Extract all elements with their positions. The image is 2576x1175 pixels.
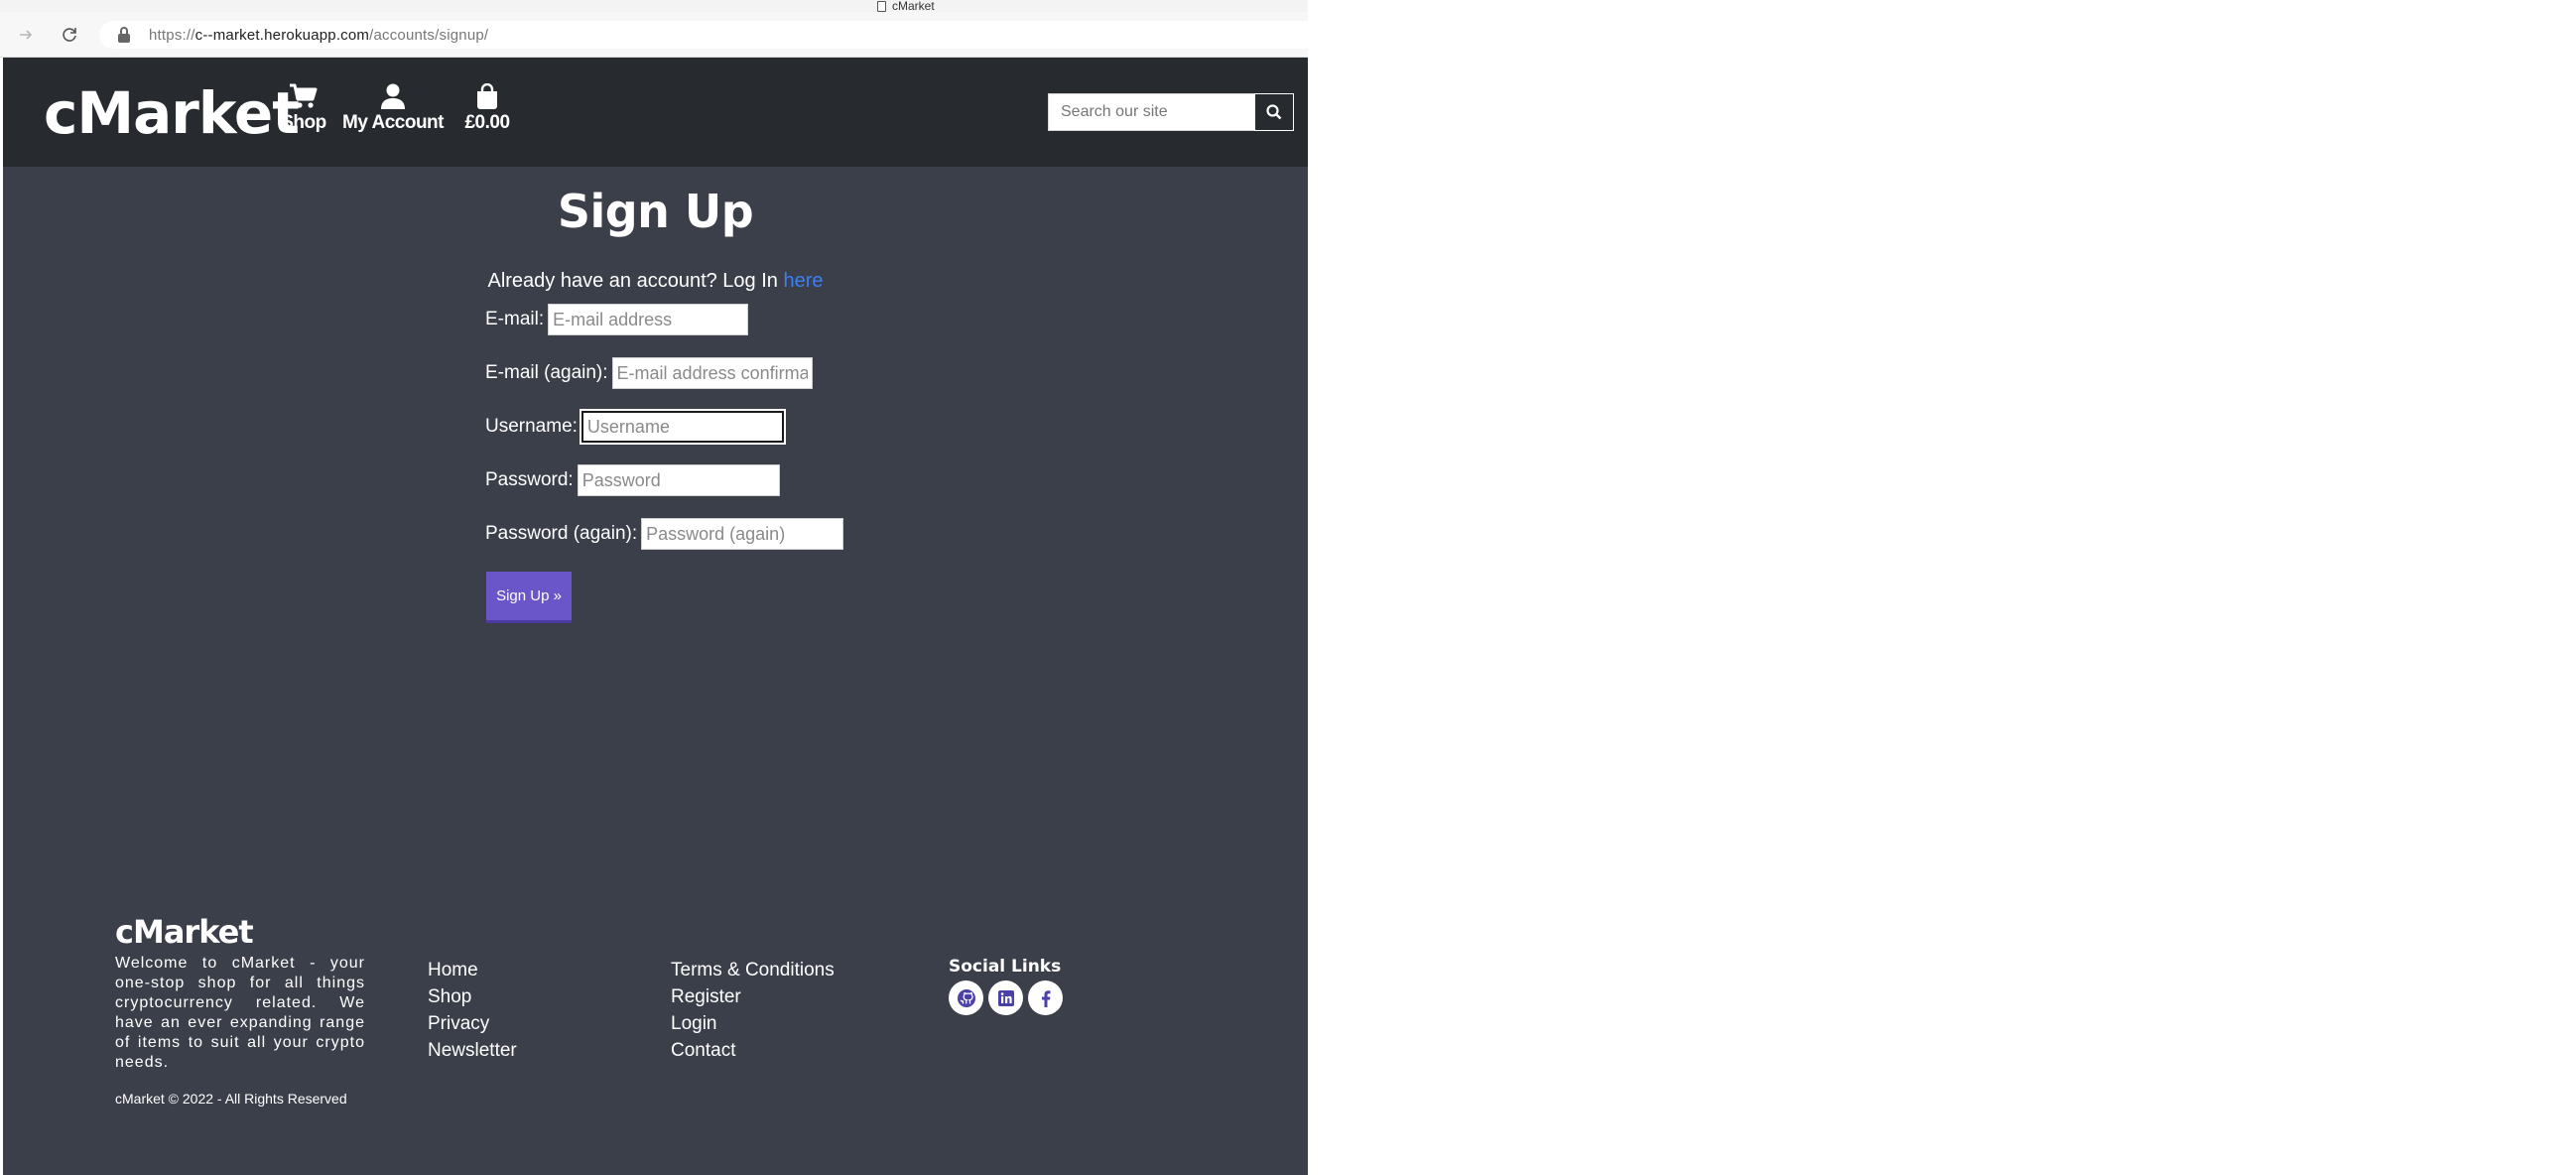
github-icon[interactable]	[949, 980, 983, 1015]
linkedin-icon[interactable]	[988, 980, 1023, 1015]
site-search	[1048, 93, 1294, 131]
password-field[interactable]	[577, 464, 780, 496]
facebook-icon[interactable]	[1028, 980, 1063, 1015]
footer-logo[interactable]: cMarket	[115, 913, 254, 951]
footer-links-secondary: Terms & Conditions Register Login Contac…	[671, 957, 835, 1064]
footer-link-privacy[interactable]: Privacy	[428, 1010, 517, 1037]
browser-toolbar: https://c--market.herokuapp.com/accounts…	[0, 12, 1308, 58]
username-label: Username:	[485, 416, 578, 437]
browser-tab-bar: cMarket	[0, 0, 1308, 13]
bag-total: £0.00	[464, 112, 510, 133]
page-icon	[877, 0, 886, 12]
social-links	[949, 980, 1063, 1015]
footer-link-shop[interactable]: Shop	[428, 983, 517, 1010]
login-link[interactable]: here	[783, 270, 823, 292]
email-label: E-mail:	[485, 309, 545, 329]
footer-about-text: Welcome to cMarket - your one-stop shop …	[115, 955, 365, 1071]
email-again-row: E-mail (again):	[485, 357, 813, 389]
nav-shopping-bag[interactable]: £0.00	[458, 83, 516, 134]
nav-my-account[interactable]: My Account	[340, 83, 446, 134]
footer-link-contact[interactable]: Contact	[671, 1037, 835, 1064]
browser-tab[interactable]: cMarket	[877, 0, 935, 13]
sign-up-button[interactable]: Sign Up »	[486, 572, 572, 623]
password-again-field[interactable]	[641, 518, 844, 550]
email-again-label: E-mail (again):	[485, 362, 608, 383]
reload-icon[interactable]	[57, 22, 82, 48]
lock-icon[interactable]	[117, 27, 131, 43]
cart-icon	[290, 83, 318, 108]
nav-account-label: My Account	[342, 112, 444, 133]
login-prompt: Already have an account? Log In here	[487, 270, 824, 292]
footer-link-register[interactable]: Register	[671, 983, 835, 1010]
email-again-field[interactable]	[611, 357, 813, 389]
search-icon	[1266, 104, 1282, 120]
footer-link-login[interactable]: Login	[671, 1010, 835, 1037]
footer-link-newsletter[interactable]: Newsletter	[428, 1037, 517, 1064]
nav-shop[interactable]: Shop	[279, 83, 328, 134]
password-again-label: Password (again):	[485, 523, 638, 544]
footer-copyright: cMarket © 2022 - All Rights Reserved	[115, 1091, 347, 1107]
url-text: https://c--market.herokuapp.com/accounts…	[149, 26, 489, 44]
password-row: Password:	[485, 464, 780, 496]
site-page: cMarket Shop My Account £0.00 Sign Up Al…	[3, 58, 1308, 1175]
password-again-row: Password (again):	[485, 518, 844, 550]
password-label: Password:	[485, 469, 574, 490]
user-icon	[381, 83, 405, 109]
shopping-bag-icon	[477, 83, 497, 109]
username-field[interactable]	[580, 411, 784, 443]
address-bar[interactable]: https://c--market.herokuapp.com/accounts…	[99, 21, 1308, 49]
site-logo[interactable]: cMarket	[44, 79, 300, 147]
search-input[interactable]	[1048, 93, 1254, 131]
footer-link-terms[interactable]: Terms & Conditions	[671, 957, 835, 983]
email-field[interactable]	[548, 304, 749, 335]
site-header: cMarket Shop My Account £0.00	[3, 58, 1308, 167]
footer-links-primary: Home Shop Privacy Newsletter	[428, 957, 517, 1064]
social-links-heading: Social Links	[949, 957, 1062, 977]
nav-shop-label: Shop	[281, 112, 326, 133]
footer-link-home[interactable]: Home	[428, 957, 517, 983]
username-row: Username:	[485, 411, 784, 443]
forward-icon[interactable]	[13, 22, 39, 48]
page-title: Sign Up	[557, 185, 754, 238]
email-row: E-mail:	[485, 304, 749, 335]
search-button[interactable]	[1254, 93, 1294, 131]
